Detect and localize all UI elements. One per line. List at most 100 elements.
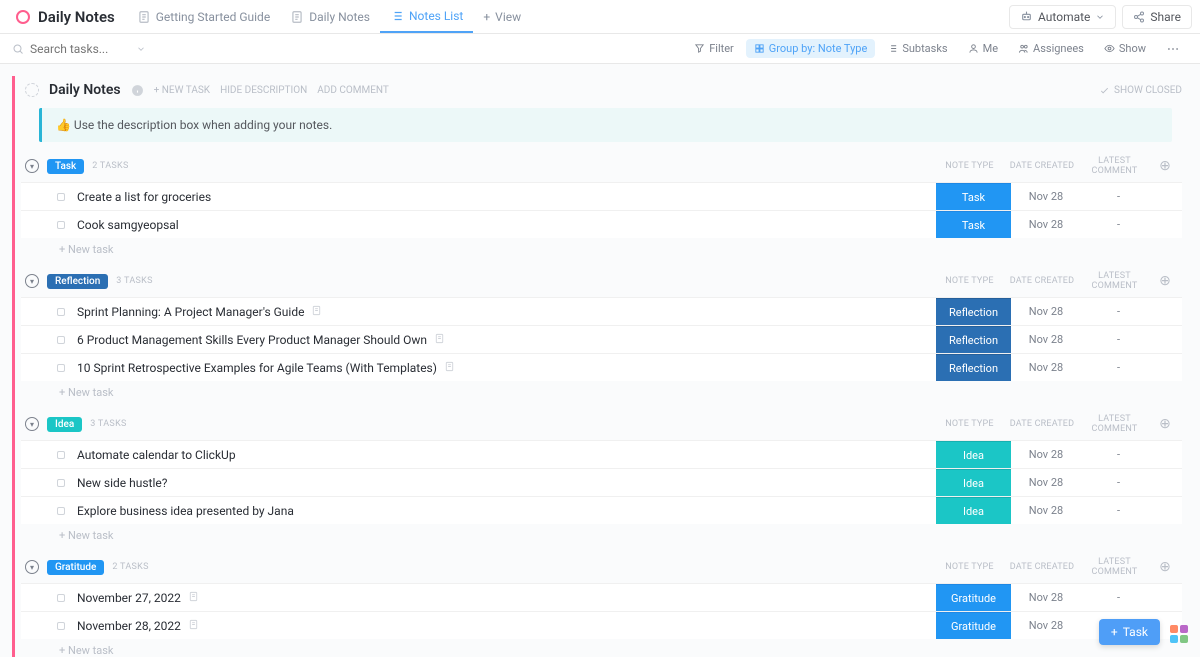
share-icon: [1133, 11, 1145, 23]
add-task-inline[interactable]: + New task: [21, 238, 1182, 261]
task-title[interactable]: New side hustle?: [77, 476, 936, 490]
search-box[interactable]: [12, 42, 172, 56]
add-task-inline[interactable]: + New task: [21, 524, 1182, 547]
group-header: ▾ Gratitude 2 TASKS NOTE TYPE DATE CREAT…: [21, 557, 1182, 583]
add-column-button[interactable]: ⊕: [1152, 158, 1178, 174]
status-checkbox[interactable]: [57, 507, 65, 515]
task-title[interactable]: Automate calendar to ClickUp: [77, 448, 936, 462]
show-closed-toggle[interactable]: SHOW CLOSED: [1099, 85, 1182, 96]
note-type-cell[interactable]: Idea: [936, 441, 1011, 468]
status-checkbox[interactable]: [57, 193, 65, 201]
latest-comment-cell: -: [1081, 361, 1156, 374]
task-title[interactable]: November 27, 2022: [77, 591, 936, 605]
chevron-down-icon[interactable]: [136, 44, 146, 54]
latest-comment-cell: -: [1081, 504, 1156, 517]
page-title: Daily Notes: [38, 8, 115, 26]
info-icon[interactable]: [131, 84, 144, 97]
group-pill[interactable]: Reflection: [47, 274, 108, 289]
apps-grid-icon[interactable]: [1170, 625, 1188, 643]
app-header: Daily Notes Getting Started Guide Daily …: [0, 0, 1200, 34]
note-type-cell[interactable]: Gratitude: [936, 612, 1011, 639]
task-title[interactable]: November 28, 2022: [77, 619, 936, 633]
task-title[interactable]: Explore business idea presented by Jana: [77, 504, 936, 518]
automate-button[interactable]: Automate: [1009, 5, 1116, 29]
task-row[interactable]: Cook samgyeopsal Task Nov 28 -: [21, 210, 1182, 238]
group-task: ▾ Task 2 TASKS NOTE TYPE DATE CREATED LA…: [21, 156, 1182, 261]
tab-notes-list[interactable]: Notes List: [380, 0, 473, 33]
add-task-inline[interactable]: + New task: [21, 639, 1182, 657]
task-count: 2 TASKS: [112, 562, 148, 572]
note-type-cell[interactable]: Task: [936, 183, 1011, 210]
group-pill[interactable]: Gratitude: [47, 560, 104, 575]
group-by-button[interactable]: Group by: Note Type: [746, 39, 876, 58]
tab-daily-notes[interactable]: Daily Notes: [280, 0, 380, 33]
person-icon: [968, 43, 979, 54]
status-checkbox[interactable]: [57, 622, 65, 630]
task-row[interactable]: 6 Product Management Skills Every Produc…: [21, 325, 1182, 353]
date-created-cell: Nov 28: [1011, 504, 1081, 517]
share-button[interactable]: Share: [1122, 5, 1192, 29]
note-type-cell[interactable]: Idea: [936, 497, 1011, 524]
collapse-toggle[interactable]: ▾: [25, 560, 39, 574]
me-button[interactable]: Me: [960, 39, 1006, 58]
collapse-toggle[interactable]: ▾: [25, 274, 39, 288]
group-pill[interactable]: Idea: [47, 417, 82, 432]
note-type-cell[interactable]: Gratitude: [936, 584, 1011, 611]
status-checkbox[interactable]: [57, 308, 65, 316]
tab-getting-started[interactable]: Getting Started Guide: [127, 0, 280, 33]
people-icon: [1018, 43, 1029, 54]
group-icon: [754, 43, 765, 54]
task-title[interactable]: Create a list for groceries: [77, 190, 936, 204]
group-pill[interactable]: Task: [47, 159, 84, 174]
status-circle-icon[interactable]: [25, 83, 39, 97]
tab-label: Daily Notes: [309, 10, 370, 24]
status-checkbox[interactable]: [57, 221, 65, 229]
plus-icon: +: [1111, 625, 1118, 639]
task-row[interactable]: Sprint Planning: A Project Manager's Gui…: [21, 297, 1182, 325]
task-row[interactable]: Explore business idea presented by Jana …: [21, 496, 1182, 524]
chevron-down-icon: [1095, 12, 1105, 22]
add-task-inline[interactable]: + New task: [21, 381, 1182, 404]
new-task-link[interactable]: + NEW TASK: [154, 85, 210, 96]
new-task-fab[interactable]: + Task: [1099, 619, 1160, 645]
task-row[interactable]: November 28, 2022 Gratitude Nov 28 -: [21, 611, 1182, 639]
task-title[interactable]: 10 Sprint Retrospective Examples for Agi…: [77, 361, 936, 375]
filter-button[interactable]: Filter: [686, 39, 742, 58]
note-type-cell[interactable]: Reflection: [936, 354, 1011, 381]
task-row[interactable]: Create a list for groceries Task Nov 28 …: [21, 182, 1182, 210]
task-title[interactable]: Cook samgyeopsal: [77, 218, 936, 232]
task-row[interactable]: Automate calendar to ClickUp Idea Nov 28…: [21, 440, 1182, 468]
note-type-cell[interactable]: Reflection: [936, 298, 1011, 325]
tab-add-view[interactable]: + View: [473, 0, 531, 33]
task-row[interactable]: November 27, 2022 Gratitude Nov 28 -: [21, 583, 1182, 611]
subtasks-icon: [887, 43, 898, 54]
add-column-button[interactable]: ⊕: [1152, 416, 1178, 432]
search-input[interactable]: [30, 42, 130, 56]
subtasks-button[interactable]: Subtasks: [879, 39, 955, 58]
add-column-button[interactable]: ⊕: [1152, 273, 1178, 289]
task-row[interactable]: New side hustle? Idea Nov 28 -: [21, 468, 1182, 496]
add-comment-link[interactable]: ADD COMMENT: [317, 85, 389, 96]
task-title[interactable]: 6 Product Management Skills Every Produc…: [77, 333, 936, 347]
assignees-button[interactable]: Assignees: [1010, 39, 1092, 58]
task-row[interactable]: 10 Sprint Retrospective Examples for Agi…: [21, 353, 1182, 381]
toolbar: Filter Group by: Note Type Subtasks Me A…: [0, 34, 1200, 64]
hide-description-link[interactable]: HIDE DESCRIPTION: [220, 85, 307, 96]
note-type-cell[interactable]: Task: [936, 211, 1011, 238]
status-checkbox[interactable]: [57, 451, 65, 459]
note-type-cell[interactable]: Idea: [936, 469, 1011, 496]
description-callout[interactable]: 👍 Use the description box when adding yo…: [39, 108, 1172, 142]
filter-label: Filter: [709, 42, 734, 55]
status-checkbox[interactable]: [57, 594, 65, 602]
status-checkbox[interactable]: [57, 364, 65, 372]
status-checkbox[interactable]: [57, 336, 65, 344]
task-title[interactable]: Sprint Planning: A Project Manager's Gui…: [77, 305, 936, 319]
date-created-cell: Nov 28: [1011, 305, 1081, 318]
add-column-button[interactable]: ⊕: [1152, 559, 1178, 575]
collapse-toggle[interactable]: ▾: [25, 417, 39, 431]
collapse-toggle[interactable]: ▾: [25, 159, 39, 173]
more-button[interactable]: [1158, 39, 1188, 59]
show-button[interactable]: Show: [1096, 39, 1154, 58]
status-checkbox[interactable]: [57, 479, 65, 487]
note-type-cell[interactable]: Reflection: [936, 326, 1011, 353]
